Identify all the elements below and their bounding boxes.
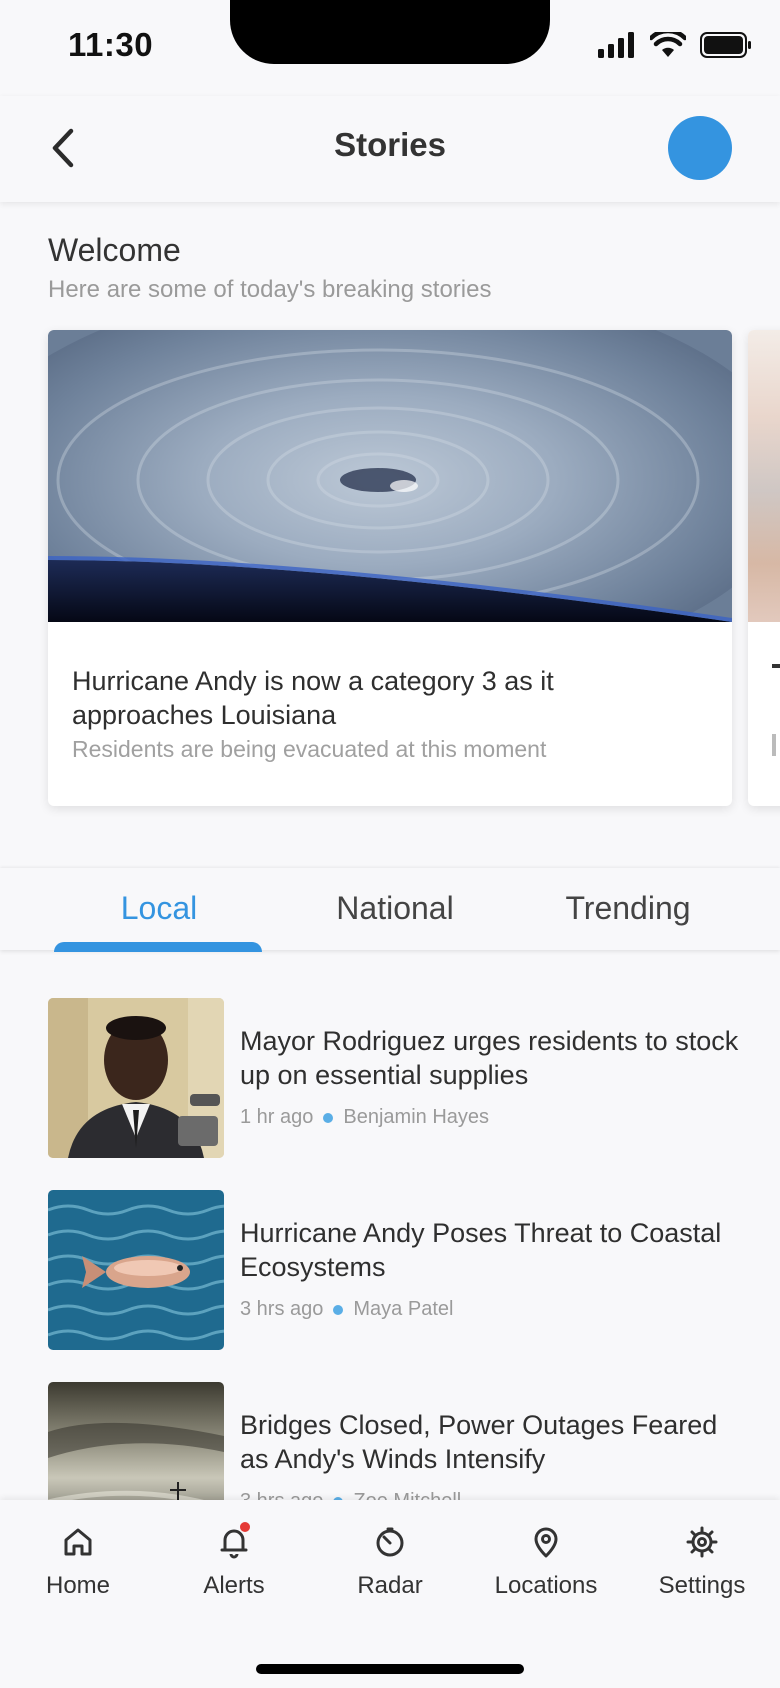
avatar[interactable]: [668, 116, 732, 180]
status-icons: [598, 32, 752, 58]
story-meta: 3 hrs ago Maya Patel: [240, 1298, 453, 1321]
meta-separator-dot: [333, 1304, 344, 1315]
featured-subtitle: Residents are being evacuated at this mo…: [72, 736, 547, 762]
nav-label-home: Home: [45, 1572, 111, 1599]
story-author: Maya Patel: [353, 1298, 454, 1320]
next-story-image: [748, 330, 780, 622]
nav-item-alerts[interactable]: Alerts: [156, 1522, 312, 1600]
story-author: Benjamin Hayes: [343, 1106, 490, 1128]
next-story-headline-fragment: [772, 664, 780, 668]
story-title: Hurricane Andy Poses Threat to Coastal E…: [240, 1218, 722, 1282]
meta-separator-dot: [323, 1112, 334, 1123]
nav-label-alerts: Alerts: [203, 1572, 265, 1599]
page-title: Stories: [334, 126, 446, 163]
list-item[interactable]: Mayor Rodriguez urges residents to stock…: [48, 998, 748, 1158]
nav-label-radar: Radar: [357, 1572, 423, 1599]
cellular-signal-icon: [598, 32, 634, 58]
story-title: Mayor Rodriguez urges residents to stock…: [240, 1026, 739, 1090]
nav-label-locations: Locations: [494, 1572, 598, 1599]
app-header: Stories: [0, 96, 780, 202]
list-item[interactable]: Hurricane Andy Poses Threat to Coastal E…: [48, 1190, 748, 1350]
featured-story-card[interactable]: Hurricane Andy is now a category 3 as it…: [48, 330, 732, 806]
gear-icon: [686, 1526, 718, 1558]
story-time: 3 hrs ago: [240, 1298, 324, 1320]
status-time: 11:30: [68, 26, 154, 63]
story-title: Bridges Closed, Power Outages Feared as …: [240, 1410, 718, 1474]
fish-school-thumbnail: [48, 1190, 224, 1350]
nav-item-radar[interactable]: Radar: [312, 1524, 468, 1600]
wifi-icon: [650, 32, 686, 57]
bell-icon-wrap: [216, 1522, 252, 1560]
story-time: 1 hr ago: [240, 1106, 314, 1128]
location-pin-icon: [534, 1527, 558, 1558]
story-meta: 1 hr ago Benjamin Hayes: [240, 1106, 489, 1129]
nav-item-home[interactable]: Home: [0, 1524, 156, 1600]
mayor-portrait-thumbnail: [48, 998, 224, 1158]
battery-icon: [700, 32, 751, 58]
alert-badge: [240, 1522, 250, 1532]
home-indicator[interactable]: [256, 1664, 524, 1674]
nav-item-settings[interactable]: Settings: [624, 1524, 780, 1600]
tab-national[interactable]: National: [300, 890, 490, 927]
welcome-subtitle: Here are some of today's breaking storie…: [48, 276, 492, 303]
featured-story-card-next[interactable]: [748, 330, 780, 806]
radar-icon: [376, 1527, 404, 1557]
nav-label-settings: Settings: [658, 1572, 746, 1599]
next-story-subtitle-fragment: [772, 734, 776, 756]
welcome-title: Welcome: [48, 232, 181, 268]
status-bar: 11:30: [0, 0, 780, 96]
active-tab-indicator: [54, 942, 262, 952]
home-icon: [64, 1528, 92, 1556]
device-notch: [230, 0, 550, 64]
hurricane-satellite-image: [48, 330, 732, 622]
tab-local[interactable]: Local: [54, 890, 264, 927]
bottom-navigation: Home Alerts Radar Locations Settings: [0, 1500, 780, 1688]
featured-headline: Hurricane Andy is now a category 3 as it…: [72, 666, 554, 730]
category-tabs: Local National Trending: [0, 868, 780, 952]
nav-item-locations[interactable]: Locations: [468, 1524, 624, 1600]
tab-trending[interactable]: Trending: [538, 890, 718, 927]
